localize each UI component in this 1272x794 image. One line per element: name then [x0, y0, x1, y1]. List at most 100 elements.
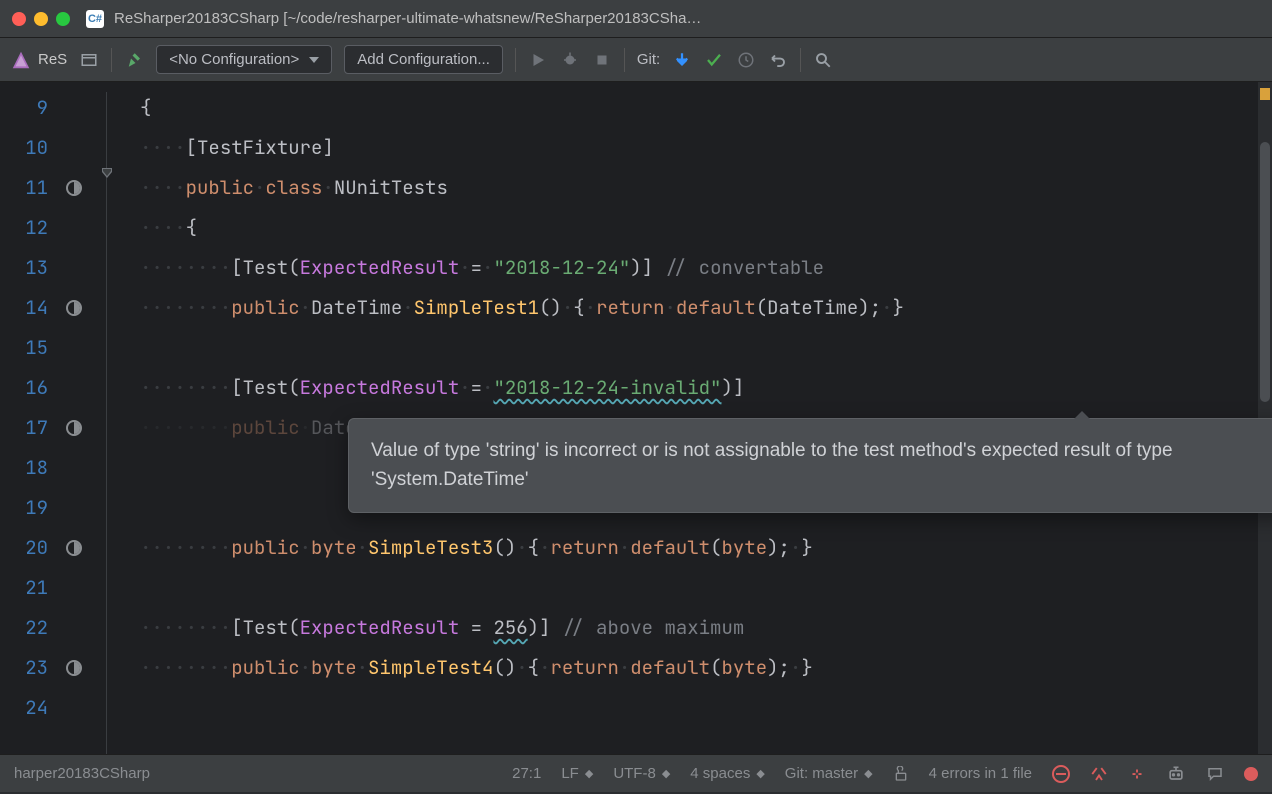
- error-count[interactable]: 4 errors in 1 file: [929, 765, 1032, 782]
- statusbar: harper20183CSharp 27:1 LF ◆ UTF-8 ◆ 4 sp…: [0, 754, 1272, 792]
- close-window-button[interactable]: [12, 12, 26, 26]
- titlebar: C# ReSharper20183CSharp [~/code/resharpe…: [0, 0, 1272, 38]
- run-configuration-combo[interactable]: <No Configuration>: [156, 45, 332, 74]
- breadcrumb[interactable]: harper20183CSharp: [14, 765, 150, 782]
- code-text: // above maximum: [562, 615, 744, 640]
- code-warning-text: "2018-12-24-invalid": [493, 375, 721, 400]
- code-warning-text: 256: [493, 615, 527, 640]
- test-marker-icon[interactable]: [66, 540, 82, 556]
- window-layout-icon[interactable]: [79, 50, 99, 70]
- history-icon[interactable]: [736, 50, 756, 70]
- code-text: public: [231, 295, 299, 320]
- git-commit-icon[interactable]: [704, 50, 724, 70]
- code-text: byte: [722, 535, 768, 560]
- code-text: TestFixture: [197, 135, 322, 160]
- git-branch-selector[interactable]: Git: master ◆: [785, 765, 873, 782]
- inspection-icon[interactable]: [1090, 765, 1108, 783]
- maximize-window-button[interactable]: [56, 12, 70, 26]
- test-marker-icon[interactable]: [66, 180, 82, 196]
- line-number: 15: [0, 328, 58, 368]
- inspection-tooltip: Value of type 'string' is incorrect or i…: [348, 418, 1272, 513]
- line-number: 11: [0, 168, 58, 208]
- code-text: DateTime: [311, 295, 402, 320]
- line-number: 12: [0, 208, 58, 248]
- line-ending-label: LF: [561, 765, 579, 782]
- resharper-icon: [10, 49, 32, 71]
- error-indicator-icon[interactable]: [1052, 765, 1070, 783]
- test-marker-icon[interactable]: [66, 420, 82, 436]
- line-number: 9: [0, 88, 58, 128]
- code-text: Test: [243, 255, 289, 280]
- code-text: Test: [243, 615, 289, 640]
- encoding-selector[interactable]: UTF-8 ◆: [613, 765, 670, 782]
- line-number: 21: [0, 568, 58, 608]
- code-text: class: [265, 175, 322, 200]
- error-marker[interactable]: [1260, 88, 1270, 100]
- code-text: return: [596, 295, 664, 320]
- assist-icon[interactable]: [1166, 764, 1186, 784]
- indent-selector[interactable]: 4 spaces ◆: [690, 765, 765, 782]
- code-text: default: [630, 535, 710, 560]
- code-text: NUnitTests: [334, 175, 448, 200]
- code-text: public: [231, 535, 299, 560]
- minimize-window-button[interactable]: [34, 12, 48, 26]
- search-icon[interactable]: [813, 50, 833, 70]
- code-cleanup-icon[interactable]: [1128, 765, 1146, 783]
- code-text: public: [186, 175, 254, 200]
- stop-icon[interactable]: [592, 50, 612, 70]
- code-text: // convertable: [664, 255, 824, 280]
- file-type-icon: C#: [86, 10, 104, 28]
- toolbar-separator: [111, 48, 112, 72]
- feedback-icon[interactable]: [1206, 765, 1224, 783]
- encoding-label: UTF-8: [613, 765, 656, 782]
- line-number: 16: [0, 368, 58, 408]
- run-icon[interactable]: [528, 50, 548, 70]
- build-hammer-icon[interactable]: [124, 50, 144, 70]
- git-branch-label: Git: master: [785, 765, 858, 782]
- code-text: SimpleTest3: [368, 535, 493, 560]
- test-marker-icon[interactable]: [66, 300, 82, 316]
- code-text: return: [550, 535, 618, 560]
- cursor-position[interactable]: 27:1: [512, 765, 541, 782]
- resharper-label: ReS: [38, 51, 67, 68]
- toolbar-separator: [515, 48, 516, 72]
- code-text: "2018-12-24": [493, 255, 630, 280]
- toolbar-separator: [800, 48, 801, 72]
- code-text: byte: [311, 535, 357, 560]
- window-controls: [12, 12, 70, 26]
- debug-icon[interactable]: [560, 50, 580, 70]
- problems-indicator-icon[interactable]: [1244, 767, 1258, 781]
- indent-label: 4 spaces: [690, 765, 750, 782]
- line-ending-selector[interactable]: LF ◆: [561, 765, 593, 782]
- code-text: SimpleTest4: [368, 655, 493, 680]
- scrollbar-thumb[interactable]: [1260, 142, 1270, 402]
- run-config-label: <No Configuration>: [169, 51, 299, 68]
- editor-area: 9 10 11 12 13 14 15 16 17 18 19 20 21 22…: [0, 82, 1272, 754]
- code-text: default: [630, 655, 710, 680]
- fold-toggle-icon[interactable]: [100, 166, 114, 180]
- test-marker-icon[interactable]: [66, 660, 82, 676]
- line-number: 24: [0, 688, 58, 728]
- line-number: 18: [0, 448, 58, 488]
- fold-column[interactable]: [90, 82, 140, 754]
- code-text: {: [140, 95, 151, 120]
- code-text: return: [550, 655, 618, 680]
- readonly-lock-icon[interactable]: [893, 766, 909, 782]
- add-config-label: Add Configuration...: [357, 51, 490, 68]
- code-text: byte: [722, 655, 768, 680]
- revert-icon[interactable]: [768, 50, 788, 70]
- line-number: 20: [0, 528, 58, 568]
- line-number: 13: [0, 248, 58, 288]
- resharper-menu-button[interactable]: ReS: [10, 49, 67, 71]
- marker-gutter: [58, 82, 90, 754]
- toolbar-separator: [624, 48, 625, 72]
- code-text: ExpectedResult: [300, 615, 460, 640]
- line-number-gutter[interactable]: 9 10 11 12 13 14 15 16 17 18 19 20 21 22…: [0, 82, 58, 754]
- code-text: {: [186, 215, 197, 240]
- code-editor[interactable]: { ····[TestFixture] ····public·class·NUn…: [140, 82, 1272, 754]
- add-configuration-button[interactable]: Add Configuration...: [344, 45, 503, 74]
- line-number: 23: [0, 648, 58, 688]
- line-number: 10: [0, 128, 58, 168]
- git-update-icon[interactable]: [672, 50, 692, 70]
- code-text: ExpectedResult: [300, 375, 460, 400]
